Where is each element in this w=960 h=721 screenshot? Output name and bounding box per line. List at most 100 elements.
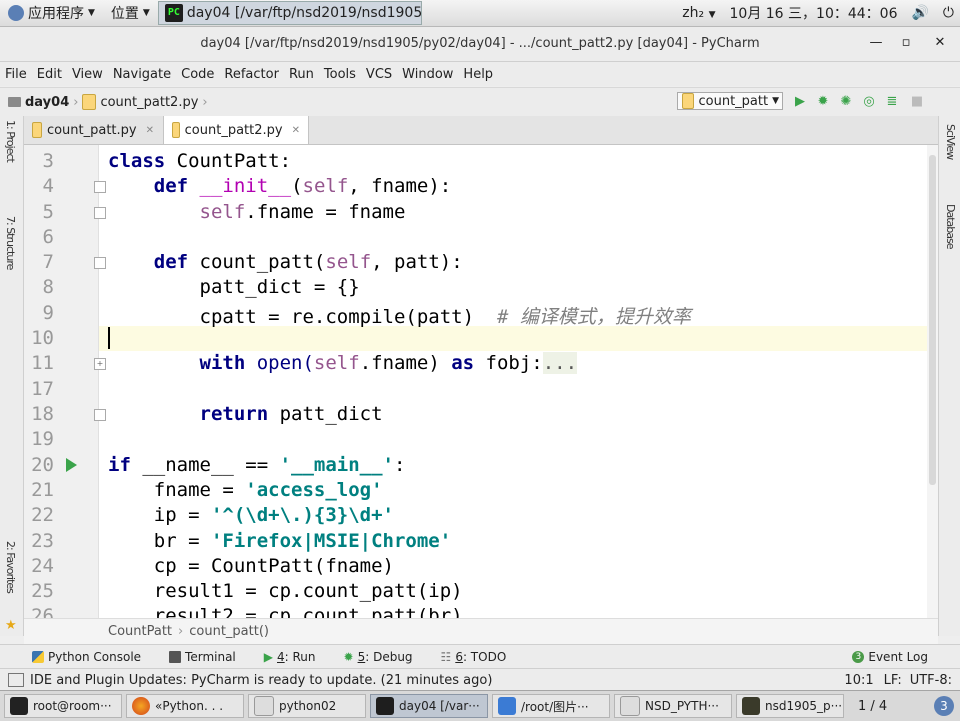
task-image-viewer[interactable]: /root/图片··· xyxy=(492,694,610,718)
system-top-bar: 应用程序 ▼ 位置 ▼ PC day04 [/var/ftp/nsd2019/nsd… xyxy=(0,0,960,27)
editor-tabs: count_patt.py ✕ count_patt2.py ✕ xyxy=(24,116,938,145)
python-console-button[interactable]: Python Console xyxy=(32,650,141,664)
run-tool-button[interactable]: ▶ 4: Run xyxy=(264,650,316,664)
task-pycharm[interactable]: day04 [/var··· xyxy=(370,694,488,718)
cursor-position[interactable]: 10:1 xyxy=(844,673,873,688)
status-message[interactable]: IDE and Plugin Updates: PyCharm is ready… xyxy=(30,673,492,688)
structure-tool-button[interactable]: 7: Structure xyxy=(4,216,17,269)
menu-view[interactable]: View xyxy=(67,67,108,82)
menu-vcs[interactable]: VCS xyxy=(361,67,397,82)
debug-icon: ✹ xyxy=(343,650,354,664)
firefox-icon xyxy=(132,697,150,715)
fold-marker[interactable] xyxy=(94,409,106,421)
menu-edit[interactable]: Edit xyxy=(32,67,67,82)
pycharm-icon: PC xyxy=(164,4,183,22)
task-document[interactable]: NSD_PYTH··· xyxy=(614,694,732,718)
current-line-highlight xyxy=(99,326,938,351)
stop-icon[interactable]: ■ xyxy=(909,94,925,110)
python-file-icon xyxy=(82,94,97,110)
terminal-button[interactable]: Terminal xyxy=(169,650,236,664)
places-menu[interactable]: 位置 ▼ xyxy=(103,3,158,23)
menu-file[interactable]: File xyxy=(0,67,32,82)
line-separator[interactable]: LF: xyxy=(884,673,902,688)
code-line: result2 = cp.count_patt(br) xyxy=(153,605,463,618)
code-line: self.fname = fname xyxy=(199,201,406,223)
coverage-icon[interactable]: ✺ xyxy=(838,94,854,110)
breadcrumb-class[interactable]: CountPatt xyxy=(108,624,172,639)
applications-menu[interactable]: 应用程序 ▼ xyxy=(0,3,103,23)
event-log-icon: 3 xyxy=(852,651,865,663)
line-number: 4 xyxy=(42,175,54,197)
fold-marker[interactable] xyxy=(94,181,106,193)
line-number: 3 xyxy=(42,150,54,172)
nav-file[interactable]: count_patt2.py xyxy=(100,95,198,110)
power-icon[interactable]: ⏻ xyxy=(943,5,954,21)
run-gutter-icon[interactable] xyxy=(66,458,77,472)
menu-refactor[interactable]: Refactor xyxy=(219,67,284,82)
input-method-indicator[interactable]: zh₂ ▼ xyxy=(682,5,715,21)
run-icon: ▶ xyxy=(263,650,273,664)
code-line: class CountPatt: xyxy=(108,150,292,172)
fold-marker[interactable] xyxy=(94,207,106,219)
window-title-bar: day04 [/var/ftp/nsd2019/nsd1905/py02/day… xyxy=(0,27,960,62)
menu-help[interactable]: Help xyxy=(458,67,498,82)
menu-run[interactable]: Run xyxy=(284,67,319,82)
task-video[interactable]: nsd1905_p··· xyxy=(736,694,844,718)
minimize-button[interactable]: — xyxy=(868,35,884,50)
active-window-task[interactable]: PC day04 [/var/ftp/nsd2019/nsd1905/py··· xyxy=(157,1,422,25)
debug-icon[interactable]: ✹ xyxy=(815,94,831,110)
task-firefox[interactable]: «Python. . . xyxy=(126,694,244,718)
tab-count-patt2[interactable]: count_patt2.py ✕ xyxy=(163,116,309,144)
line-number: 8 xyxy=(42,276,54,298)
nav-project[interactable]: day04 xyxy=(25,95,69,110)
editor-breadcrumb: CountPatt › count_patt() xyxy=(24,618,938,644)
project-tool-button[interactable]: 1: Project xyxy=(4,120,17,162)
status-toggle-icon[interactable] xyxy=(8,673,24,687)
favorites-tool-button[interactable]: 2: Favorites xyxy=(4,541,17,593)
profile-icon[interactable]: ◎ xyxy=(861,94,877,110)
run-icon[interactable]: ▶ xyxy=(792,94,808,110)
debug-tool-button[interactable]: ✹ 5: Debug xyxy=(344,650,413,664)
left-tool-strip: 1: Project 7: Structure 2: Favorites ★ xyxy=(0,116,24,636)
run-config-dropdown[interactable]: count_patt ▼ xyxy=(677,92,783,110)
sciview-tool-button[interactable]: SciView xyxy=(944,124,957,159)
volume-icon[interactable]: 🔊 xyxy=(911,5,928,21)
menu-window[interactable]: Window xyxy=(397,67,458,82)
task-python02[interactable]: python02 xyxy=(248,694,366,718)
folded-code-placeholder[interactable]: ... xyxy=(542,352,578,374)
scrollbar-thumb[interactable] xyxy=(929,155,936,485)
maximize-button[interactable]: ▫ xyxy=(898,35,914,50)
event-log-button[interactable]: 3 Event Log xyxy=(852,650,928,664)
code-line: return patt_dict xyxy=(199,403,383,425)
menu-navigate[interactable]: Navigate xyxy=(108,67,176,82)
database-tool-button[interactable]: Database xyxy=(944,204,957,249)
chevron-down-icon: ▼ xyxy=(88,8,95,18)
breadcrumb-method[interactable]: count_patt() xyxy=(189,624,269,639)
menu-tools[interactable]: Tools xyxy=(319,67,361,82)
concurrency-icon[interactable]: ≣ xyxy=(884,94,900,110)
close-button[interactable]: ✕ xyxy=(932,35,948,50)
fold-expand-marker[interactable]: + xyxy=(94,358,106,370)
menu-code[interactable]: Code xyxy=(176,67,219,82)
right-tool-strip: SciView Database xyxy=(938,116,960,636)
close-tab-icon[interactable]: ✕ xyxy=(146,125,154,136)
line-number: 17 xyxy=(31,378,54,400)
close-tab-icon[interactable]: ✕ xyxy=(292,125,300,136)
line-number: 24 xyxy=(31,555,54,577)
code-editor[interactable]: 3 4 5 6 7 8 9 10 11 17 18 19 20 21 22 23… xyxy=(24,145,938,618)
star-icon: ★ xyxy=(5,618,17,633)
workspace-icon[interactable]: 3 xyxy=(934,696,954,716)
line-number: 7 xyxy=(42,251,54,273)
task-terminal[interactable]: root@room··· xyxy=(4,694,122,718)
file-encoding[interactable]: UTF-8: xyxy=(910,673,952,688)
folder-icon xyxy=(8,97,21,107)
clock[interactable]: 10月 16 三，10：44：06 xyxy=(730,3,898,23)
status-bar: IDE and Plugin Updates: PyCharm is ready… xyxy=(0,668,960,691)
tab-count-patt[interactable]: count_patt.py ✕ xyxy=(24,116,162,144)
fold-marker[interactable] xyxy=(94,257,106,269)
python-file-icon xyxy=(32,122,42,138)
line-number: 21 xyxy=(31,479,54,501)
todo-tool-button[interactable]: ☷ 6: TODO xyxy=(441,650,507,664)
chevron-right-icon: › xyxy=(73,94,79,110)
workspace-switcher[interactable]: 1 / 4 xyxy=(858,699,887,714)
